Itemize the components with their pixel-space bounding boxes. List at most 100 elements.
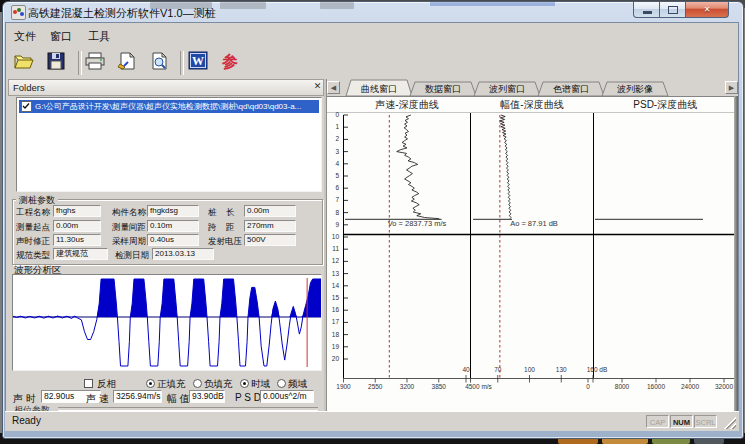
svg-text:32000: 32000 bbox=[715, 383, 733, 390]
status-key-cap: CAP bbox=[646, 415, 669, 428]
depth-curve-0 bbox=[397, 115, 440, 219]
svg-text:1: 1 bbox=[335, 123, 339, 130]
field-label-3: P S D bbox=[235, 392, 261, 403]
print-setup-icon bbox=[116, 51, 138, 71]
folder-list-item[interactable]: G:\公司产品设计开发\超声仪器\超声仪实地检测数据\测桩\qd\qd03\qd… bbox=[19, 100, 319, 113]
freq-domain-radio[interactable] bbox=[277, 379, 286, 388]
svg-text:100: 100 bbox=[524, 366, 535, 373]
svg-text:160 dB: 160 dB bbox=[587, 366, 608, 373]
field-value-1[interactable]: 3256.94m/s bbox=[113, 390, 162, 403]
print-setup-button[interactable] bbox=[116, 51, 142, 75]
svg-text:12: 12 bbox=[332, 257, 340, 264]
svg-text:曲线窗口: 曲线窗口 bbox=[361, 84, 397, 94]
glass-reflection bbox=[430, 2, 555, 6]
svg-text:8000: 8000 bbox=[615, 383, 630, 390]
fill-positive-radio[interactable] bbox=[146, 379, 155, 388]
print-preview-button[interactable] bbox=[148, 51, 174, 75]
status-bar bbox=[5, 411, 739, 431]
maximize-button[interactable] bbox=[659, 2, 686, 18]
svg-text:16000: 16000 bbox=[647, 383, 665, 390]
glass-reflection bbox=[220, 2, 266, 9]
param-value: 270mm bbox=[244, 220, 296, 232]
svg-text:16: 16 bbox=[332, 306, 340, 313]
svg-text:40: 40 bbox=[462, 366, 470, 373]
word-export-button[interactable]: W bbox=[187, 51, 213, 75]
svg-text:4500 m/s: 4500 m/s bbox=[465, 383, 492, 390]
folder-list[interactable]: G:\公司产品设计开发\超声仪器\超声仪实地检测数据\测桩\qd\qd03\qd… bbox=[16, 97, 322, 192]
pile-params-group-title: 测桩参数 bbox=[16, 194, 58, 207]
parameters-icon: 参 bbox=[219, 51, 241, 71]
fill-negative-radio[interactable] bbox=[193, 379, 202, 388]
field-label-1: 声 速 bbox=[86, 392, 109, 406]
param-value: fhghs bbox=[53, 205, 101, 217]
toolbar-separator bbox=[78, 51, 82, 75]
folders-pane-title: Folders bbox=[13, 82, 45, 93]
svg-text:5: 5 bbox=[335, 172, 339, 179]
svg-text:色谱窗口: 色谱窗口 bbox=[553, 84, 589, 94]
menu-item-1[interactable]: 窗口 bbox=[50, 29, 72, 44]
minimize-icon bbox=[643, 11, 652, 14]
folders-close-icon[interactable]: ✕ bbox=[312, 81, 323, 92]
param-label: 规范类型 bbox=[16, 250, 50, 262]
param-label: 检测日期 bbox=[115, 250, 149, 262]
status-text: Ready bbox=[12, 415, 41, 426]
chart-title-0: 声速-深度曲线 bbox=[375, 99, 438, 110]
svg-text:20: 20 bbox=[332, 355, 340, 362]
tab-data-window[interactable]: 数据窗口 bbox=[410, 82, 476, 96]
field-value-3[interactable]: 0.00us^2/m bbox=[260, 390, 314, 403]
time-domain-radio[interactable] bbox=[240, 379, 249, 388]
param-label: 桩 长 bbox=[208, 207, 234, 219]
svg-text:18: 18 bbox=[332, 331, 340, 338]
menu-item-0[interactable]: 文件 bbox=[14, 29, 36, 44]
param-value: 0.10m bbox=[147, 220, 199, 232]
print-icon bbox=[84, 51, 106, 71]
save-button[interactable] bbox=[45, 51, 71, 75]
folders-pane-header[interactable] bbox=[8, 79, 324, 96]
svg-text:6: 6 bbox=[335, 184, 339, 191]
curve-charts-area[interactable]: 声速-深度曲线幅值-深度曲线PSD-深度曲线012345678910111213… bbox=[327, 96, 738, 411]
svg-text:15: 15 bbox=[332, 294, 340, 301]
param-label: 工程名称 bbox=[16, 207, 50, 219]
clipped-groupbox: 相位参数 bbox=[12, 404, 320, 411]
tab-waveimage-window[interactable]: 波列影像 bbox=[602, 82, 668, 96]
param-label: 测量起点 bbox=[16, 222, 50, 234]
svg-text:参: 参 bbox=[221, 53, 238, 70]
status-key-num: NUM bbox=[670, 415, 693, 428]
parameters-button[interactable]: 参 bbox=[219, 51, 245, 75]
svg-text:17: 17 bbox=[332, 318, 340, 325]
svg-text:W: W bbox=[192, 54, 204, 68]
param-value: 11.30us bbox=[53, 234, 101, 246]
chart-title-1: 幅值-深度曲线 bbox=[500, 99, 563, 110]
svg-text:1900: 1900 bbox=[336, 383, 351, 390]
svg-text:波列窗口: 波列窗口 bbox=[489, 84, 525, 94]
svg-text:0: 0 bbox=[335, 111, 339, 118]
minimize-button[interactable] bbox=[633, 2, 660, 18]
menu-item-2[interactable]: 工具 bbox=[88, 29, 110, 44]
svg-text:3850: 3850 bbox=[432, 383, 447, 390]
status-key-scrl: SCRL bbox=[694, 415, 717, 428]
field-value-2[interactable]: 93.90dB bbox=[189, 390, 225, 403]
tab-curve-window[interactable]: 曲线窗口 bbox=[346, 80, 412, 96]
tab-wavetrain-window[interactable]: 波列窗口 bbox=[474, 82, 540, 96]
waveform-display[interactable] bbox=[12, 274, 322, 371]
maximize-icon bbox=[668, 6, 678, 14]
invert-checkbox[interactable] bbox=[84, 379, 93, 388]
close-button[interactable]: ✕ bbox=[685, 2, 729, 18]
param-value: 500V bbox=[244, 234, 296, 246]
svg-text:13: 13 bbox=[332, 270, 340, 277]
resize-grip[interactable] bbox=[723, 416, 736, 429]
chart-right-edge bbox=[734, 96, 738, 411]
check-icon bbox=[22, 102, 30, 110]
tab-bar: 曲线窗口 数据窗口 波列窗口 色谱窗口 波列影像 bbox=[327, 79, 738, 96]
svg-text:2: 2 bbox=[335, 135, 339, 142]
open-folder-button[interactable] bbox=[13, 51, 39, 75]
print-button[interactable] bbox=[84, 51, 110, 75]
field-label-0: 声 时 bbox=[13, 392, 36, 406]
print-preview-icon bbox=[148, 51, 170, 71]
tab-spectrum-window[interactable]: 色谱窗口 bbox=[538, 82, 604, 96]
svg-text:3200: 3200 bbox=[400, 383, 415, 390]
param-value: 2013.03.13 bbox=[152, 248, 214, 260]
svg-text:9: 9 bbox=[335, 221, 339, 228]
folder-item-checkbox[interactable] bbox=[21, 101, 32, 112]
open-folder-icon bbox=[13, 51, 35, 71]
